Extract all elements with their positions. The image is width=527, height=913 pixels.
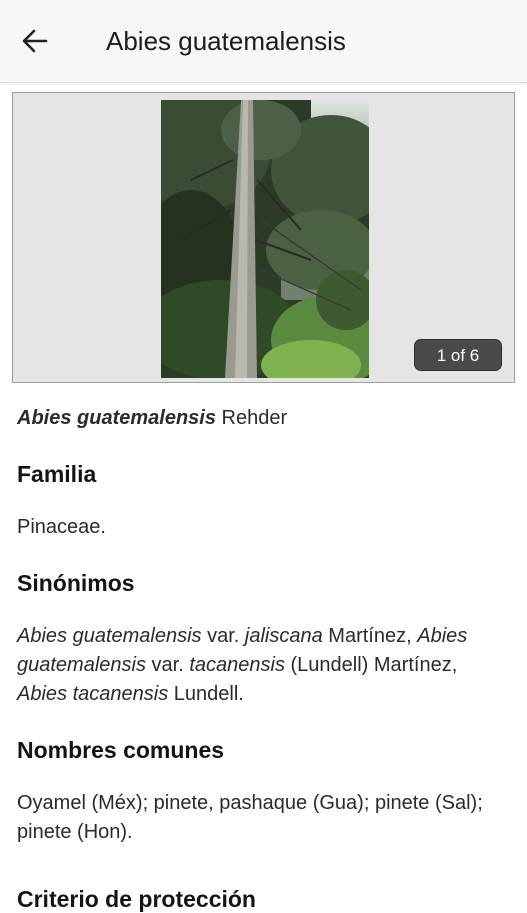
synonym-part: Abies guatemalensis [17,625,202,647]
species-name: Abies guatemalensis [17,407,216,429]
species-content: Abies guatemalensis Rehder Familia Pinac… [17,404,512,847]
app-bar: Abies guatemalensis [0,0,527,83]
synonym-part: Abies tacanensis [17,683,169,705]
synonym-part: jaliscana [244,625,323,647]
tree-image [161,100,369,378]
familia-heading: Familia [17,461,97,487]
synonym-part: var. [201,625,245,647]
nombres-value: Oyamel (Méx); pinete, pashaque (Gua); pi… [17,792,483,843]
synonym-part: tacanensis [189,654,285,676]
familia-value: Pinaceae. [17,516,106,538]
synonym-part: var. [145,654,190,676]
species-name-line: Abies guatemalensis Rehder [17,404,512,433]
sinonimos-heading: Sinónimos [17,570,135,596]
tree-photo[interactable] [161,100,369,378]
image-gallery[interactable]: 1 of 6 [12,92,515,383]
sinonimos-value: Abies guatemalensis var. jaliscana Martí… [17,622,512,709]
synonym-part: (Lundell) Martínez, [284,654,458,676]
nombres-heading: Nombres comunes [17,737,225,763]
synonym-part: Martínez, [322,625,418,647]
synonym-part: Lundell. [168,683,244,705]
page-title: Abies guatemalensis [106,26,346,56]
arrow-back-icon [22,29,48,53]
back-button[interactable] [14,21,56,61]
species-author: Rehder [215,407,288,429]
image-counter-badge: 1 of 6 [414,339,502,371]
